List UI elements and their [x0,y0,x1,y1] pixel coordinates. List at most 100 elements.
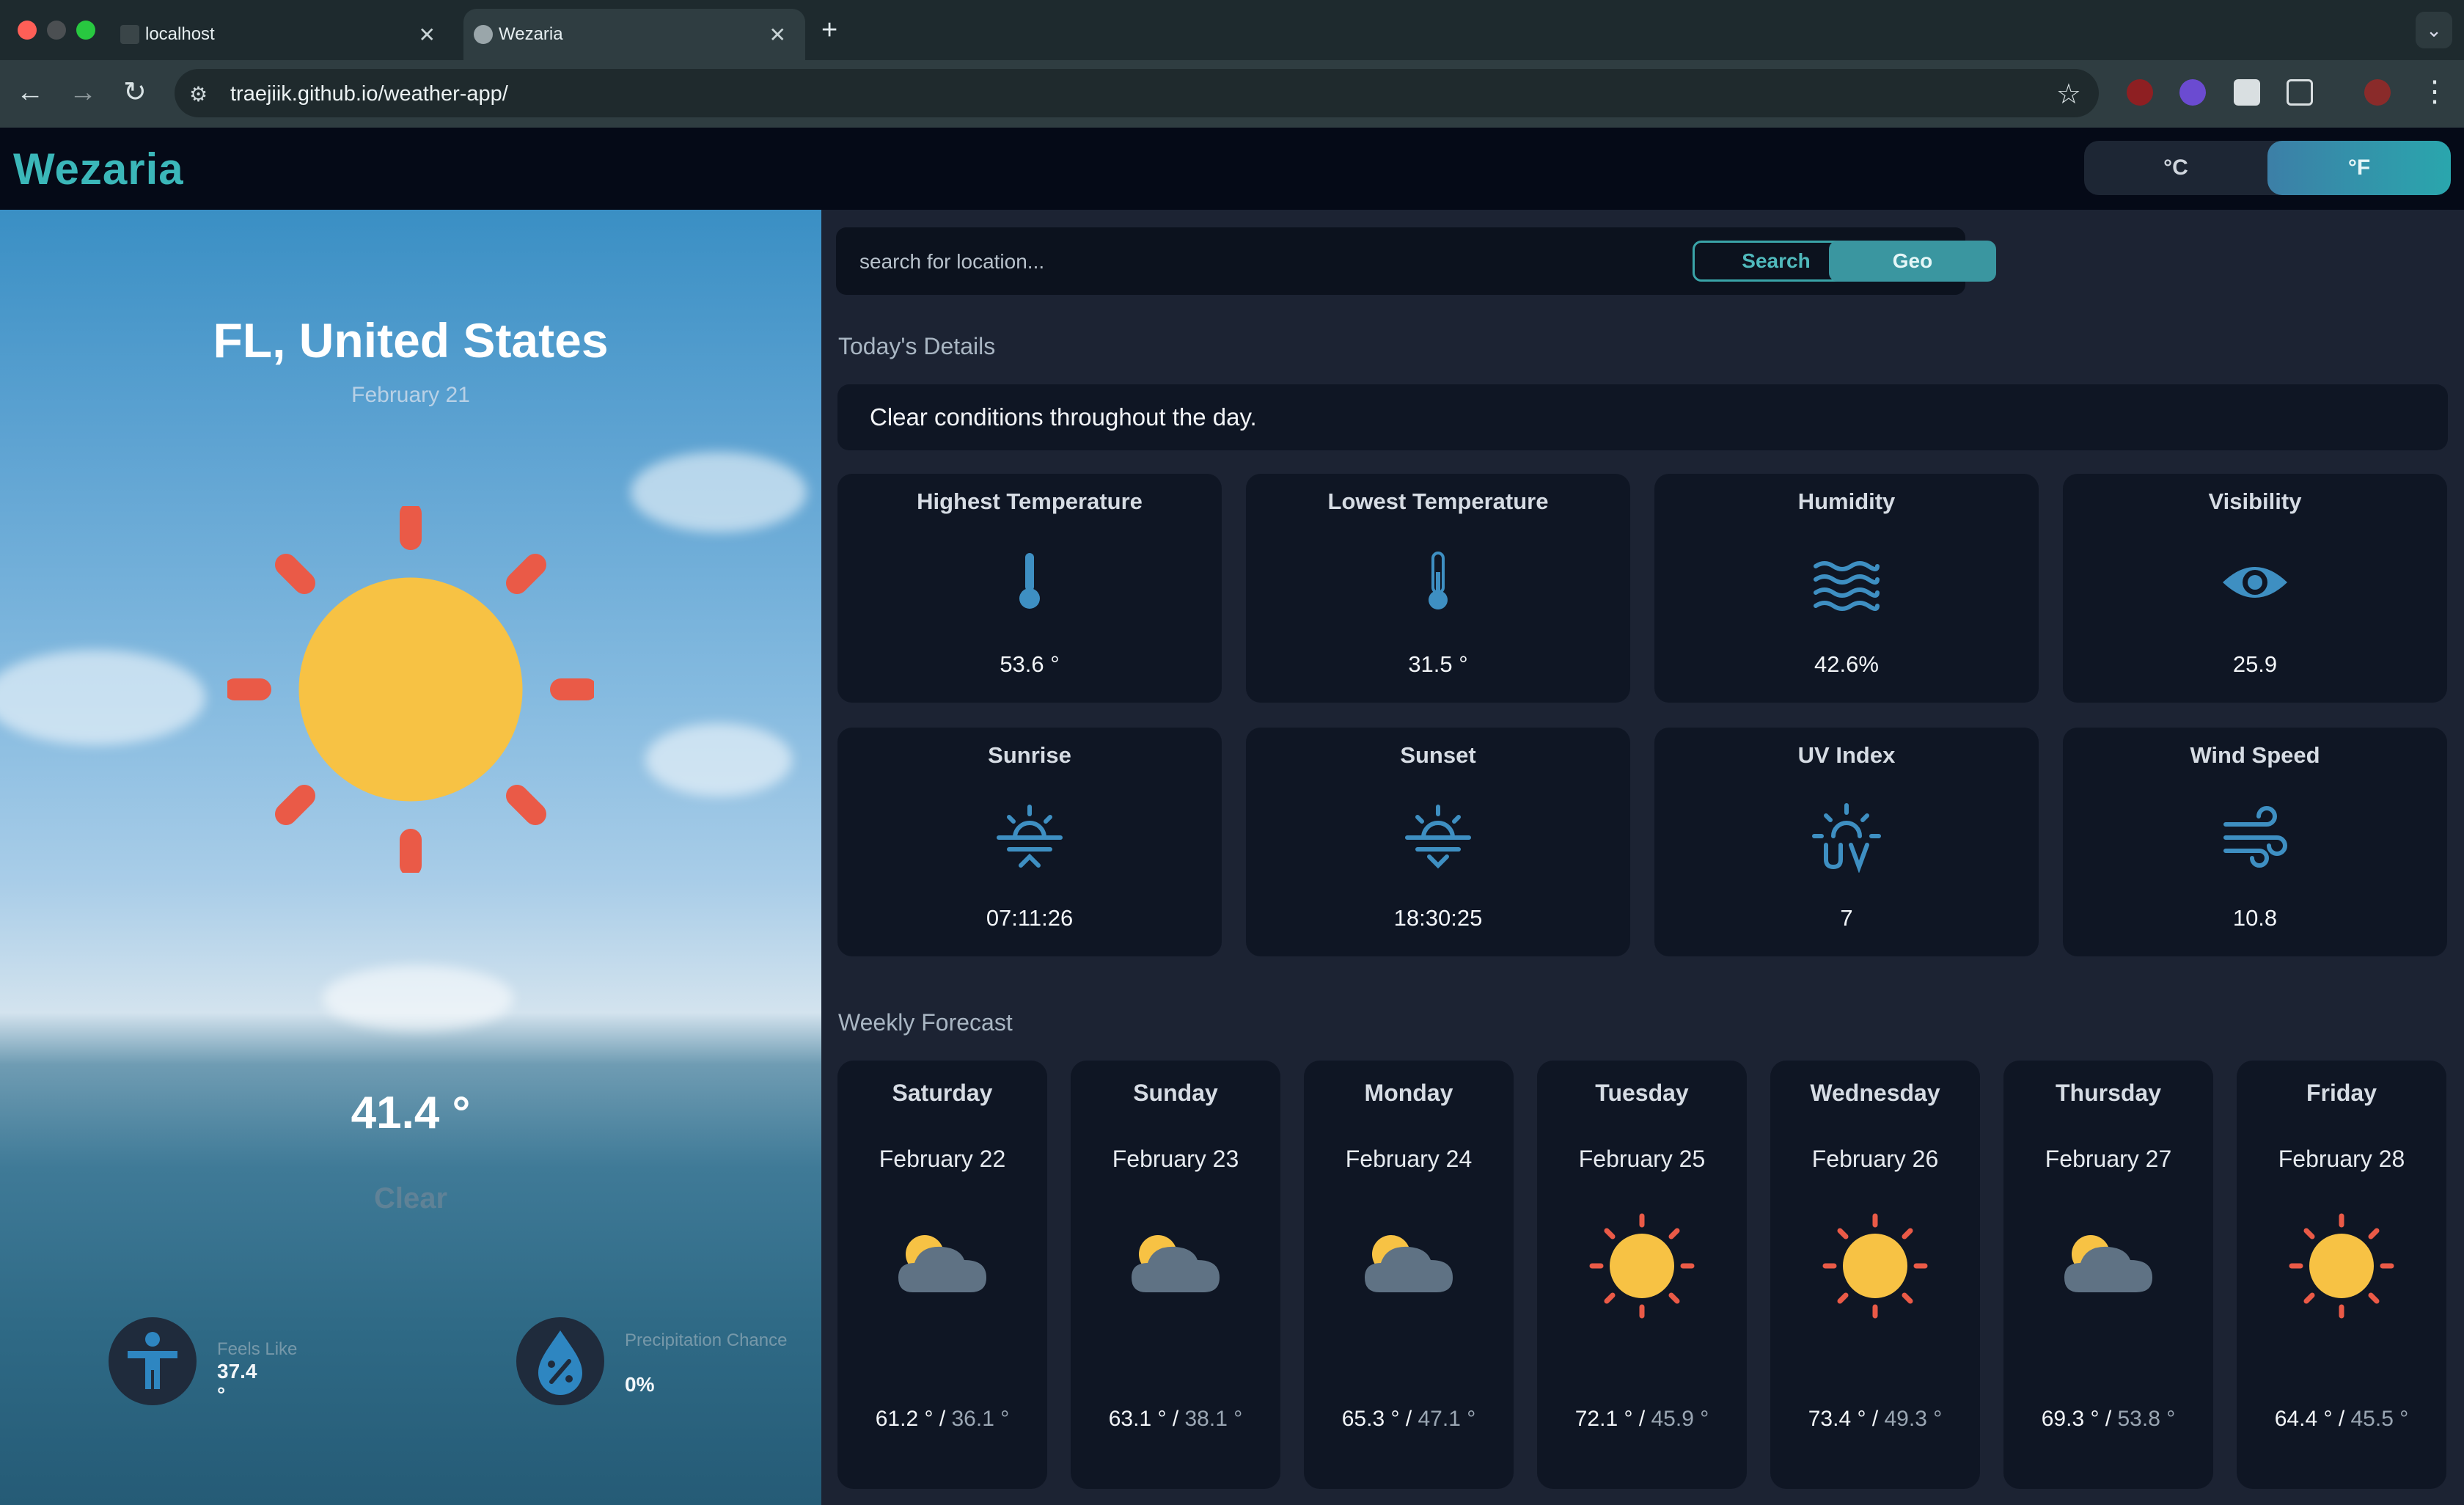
fahrenheit-button[interactable]: °F [2267,141,2451,195]
forecast-day: Wednesday [1810,1080,1940,1106]
forecast-day: Sunday [1133,1080,1218,1106]
address-bar[interactable]: ⚙ traejiik.github.io/weather-app/ ☆ [175,69,2099,117]
maximize-window-button[interactable] [76,21,95,40]
card-value: 31.5 ° [1408,651,1468,677]
forecast-date: February 23 [1112,1146,1239,1172]
search-input[interactable] [858,242,1624,282]
feels-like-label: Feels Like [217,1339,298,1359]
sun-icon [1589,1213,1695,1319]
location-title: FL, United States [213,313,609,367]
sun-icon [1822,1213,1928,1319]
forecast-day: Saturday [892,1080,993,1106]
forecast-high: 72.1 ° [1574,1407,1633,1431]
reload-icon[interactable]: ↻ [123,78,147,107]
close-window-button[interactable] [18,21,37,40]
url-text: traejiik.github.io/weather-app/ [230,82,508,106]
forecast-date: February 28 [2278,1146,2405,1172]
card-title: Sunset [1400,742,1476,768]
site-settings-icon[interactable]: ⚙ [189,82,208,106]
forecast-day: Tuesday [1595,1080,1689,1106]
geo-button[interactable]: Geo [1829,241,1996,282]
card-title: Humidity [1797,488,1896,514]
precip-value: 0% [625,1373,655,1396]
forecast-date: February 26 [1811,1146,1939,1172]
day-summary-text: Clear conditions throughout the day. [870,403,1257,431]
card-highest-temperature: Highest Temperature 53.6 ° [837,474,1222,703]
card-value: 42.6% [1814,651,1879,677]
accessibility-icon [109,1317,197,1405]
partly-cloudy-icon [1365,1235,1453,1292]
forecast-temps: 69.3 ° / 53.8 ° [2041,1407,2176,1431]
sunrise-icon [997,805,1063,868]
background-cloud [631,452,807,532]
current-date: February 21 [351,383,470,407]
percent-drop-icon [516,1317,604,1405]
forecast-low: 38.1 ° [1184,1407,1243,1431]
uv-icon [1812,803,1881,873]
forward-arrow-icon[interactable]: → [69,78,97,107]
current-condition: Clear [373,1182,448,1215]
forecast-date: February 25 [1578,1146,1706,1172]
tab-localhost[interactable]: localhost ✕ [110,9,455,60]
partly-cloudy-icon [2064,1235,2152,1292]
card-visibility: Visibility 25.9 [2063,474,2447,703]
partly-cloudy-icon [1132,1235,1220,1292]
forecast-card-saturday: Saturday February 22 61.2 ° / 36.1 ° [837,1061,1047,1489]
browser-menu-icon[interactable]: ⋮ [2420,75,2449,109]
eye-icon [2223,567,2287,598]
forecast-card-sunday: Sunday February 23 63.1 ° / 38.1 ° [1071,1061,1280,1489]
card-value: 10.8 [2232,905,2278,931]
forecast-temps: 64.4 ° / 45.5 ° [2274,1407,2409,1431]
back-arrow-icon[interactable]: ← [16,78,44,107]
forecast-day: Thursday [2055,1080,2162,1106]
puzzle-extensions-icon[interactable] [2287,79,2313,106]
card-title: Highest Temperature [917,488,1143,514]
globe-icon [474,25,493,44]
unit-toggle[interactable]: °C °F [2084,141,2451,195]
background-cloud [0,650,205,745]
forecast-temps: 65.3 ° / 47.1 ° [1341,1407,1476,1431]
thermometer-icon [1019,553,1040,609]
celsius-button[interactable]: °C [2084,141,2267,195]
close-tab-icon[interactable]: ✕ [769,23,786,47]
forecast-card-thursday: Thursday February 27 69.3 ° / 53.8 ° [2003,1061,2213,1489]
extension-icon[interactable] [2179,79,2206,106]
forecast-low: 45.9 ° [1651,1407,1709,1431]
new-tab-button[interactable]: + [821,15,837,46]
app-header: Wezaria °C °F [0,128,2464,210]
card-humidity: Humidity 42.6% [1654,474,2039,703]
tab-search-button[interactable]: ⌄ [2416,12,2452,48]
forecast-temps: 72.1 ° / 45.9 ° [1574,1407,1709,1431]
forecast-date: February 27 [2045,1146,2172,1172]
forecast-day: Friday [2306,1080,2377,1106]
forecast-low: 36.1 ° [951,1407,1010,1431]
card-value: 7 [1840,905,1853,931]
card-value: 53.6 ° [1000,651,1060,677]
avatar[interactable] [2364,79,2391,106]
browser-tab-bar: localhost ✕ Wezaria ✕ + ⌄ [0,0,2464,60]
sun-icon [227,506,594,873]
bookmark-star-icon[interactable]: ☆ [2056,78,2081,111]
card-value: 25.9 [2232,651,2278,677]
card-wind-speed: Wind Speed 10.8 [2063,728,2447,956]
close-tab-icon[interactable]: ✕ [419,23,436,47]
browser-toolbar: ← → ↻ ⚙ traejiik.github.io/weather-app/ … [0,60,2464,128]
card-value: 07:11:26 [986,905,1074,931]
wind-icon [2223,806,2287,868]
background-cloud [323,965,513,1031]
extension-icon[interactable] [2234,79,2260,106]
app-logo[interactable]: Wezaria [13,144,184,194]
forecast-high: 69.3 ° [2041,1407,2100,1431]
forecast-high: 63.1 ° [1108,1407,1167,1431]
forecast-low: 53.8 ° [2117,1407,2176,1431]
ublock-extension-icon[interactable] [2127,79,2153,106]
tab-title: localhost [145,24,215,44]
waves-icon [1814,561,1880,611]
card-uv-index: UV Index 7 [1654,728,2039,956]
card-title: UV Index [1797,742,1896,768]
current-temperature: 41.4 ° [351,1088,471,1138]
tab-wezaria[interactable]: Wezaria ✕ [463,9,805,60]
minimize-window-button[interactable] [47,21,66,40]
forecast-card-tuesday: Tuesday February 25 72.1 ° / 45.9 ° [1537,1061,1747,1489]
feels-like-value: 37.4 ° [217,1360,257,1406]
